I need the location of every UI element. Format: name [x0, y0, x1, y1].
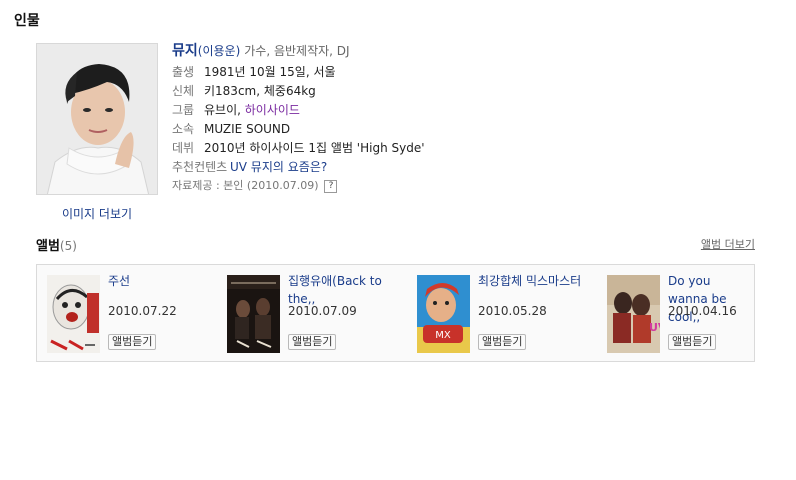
svg-text:UV: UV [649, 321, 660, 334]
agency-label: 소속 [172, 122, 195, 136]
help-icon[interactable]: ? [324, 179, 338, 193]
more-images-link[interactable]: 이미지 더보기 [36, 205, 158, 222]
album-title[interactable]: 최강합체 믹스마스터 [478, 272, 590, 290]
body-value: 키183cm, 체중64kg [204, 84, 316, 98]
birth-label: 출생 [172, 65, 195, 79]
group-b-link[interactable]: 하이사이드 [245, 103, 300, 117]
section-title: 인물 [14, 13, 40, 29]
album-header: 앨범(5) 앨범 더보기 [36, 235, 755, 254]
svg-text:MX: MX [435, 330, 451, 341]
listen-album-button[interactable]: 앨범듣기 [108, 334, 157, 350]
group-separator: , [237, 103, 245, 117]
album-date: 2010.07.09 [288, 304, 357, 318]
listen-album-button[interactable]: 앨범듣기 [478, 334, 527, 350]
group-a-link[interactable]: 유브이 [204, 103, 237, 117]
album-count: (5) [59, 239, 77, 253]
more-albums-link[interactable]: 앨범 더보기 [701, 236, 755, 252]
listen-album-button[interactable]: 앨범듣기 [288, 334, 337, 350]
source-text: 자료제공 : 본인 (2010.07.09) [172, 179, 319, 192]
album-date: 2010.07.22 [108, 304, 177, 318]
album-cover[interactable]: MX [417, 275, 470, 353]
group-label: 그룹 [172, 103, 195, 117]
album-item: 주선 2010.07.22 앨범듣기 [47, 272, 220, 355]
album-date: 2010.04.16 [668, 304, 737, 318]
album-cover[interactable]: UV [607, 275, 660, 353]
debut-label: 데뷔 [172, 141, 195, 155]
person-alias: (이용운) [197, 44, 241, 58]
birth-value: 1981년 10월 15일, 서울 [204, 65, 336, 79]
agency-value: MUZIE SOUND [204, 122, 291, 136]
album-item: 집행유애(Back to the,, 2010.07.09 앨범듣기 [227, 274, 402, 355]
album-cover[interactable] [227, 275, 280, 353]
album-date: 2010.05.28 [478, 304, 547, 318]
album-list: 주선 2010.07.22 앨범듣기 집행유애(Back to the,, 20… [36, 264, 755, 362]
recommend-link[interactable]: UV 뮤지의 요즘은? [230, 160, 327, 174]
debut-value: 2010년 하이사이드 1집 앨범 'High Syde' [204, 141, 425, 155]
album-item: MX 최강합체 믹스마스터 2010.05.28 앨범듣기 [417, 272, 597, 355]
body-label: 신체 [172, 84, 195, 98]
person-name[interactable]: 뮤지 [172, 43, 198, 59]
recommend-label: 추천컨텐츠 [172, 160, 228, 174]
listen-album-button[interactable]: 앨범듣기 [668, 334, 717, 350]
album-item: UV Do you wanna be cool,, 2010.04.16 앨범듣… [607, 274, 747, 355]
profile-info: 뮤지(이용운) 가수, 음반제작자, DJ 출생 1981년 10월 15일, 서울… [172, 41, 592, 195]
album-title[interactable]: 주선 [108, 272, 220, 290]
album-cover[interactable] [47, 275, 100, 353]
profile-photo[interactable] [36, 43, 158, 195]
person-roles: 가수, 음반제작자, DJ [244, 44, 350, 58]
album-section-title: 앨범 [36, 239, 60, 254]
